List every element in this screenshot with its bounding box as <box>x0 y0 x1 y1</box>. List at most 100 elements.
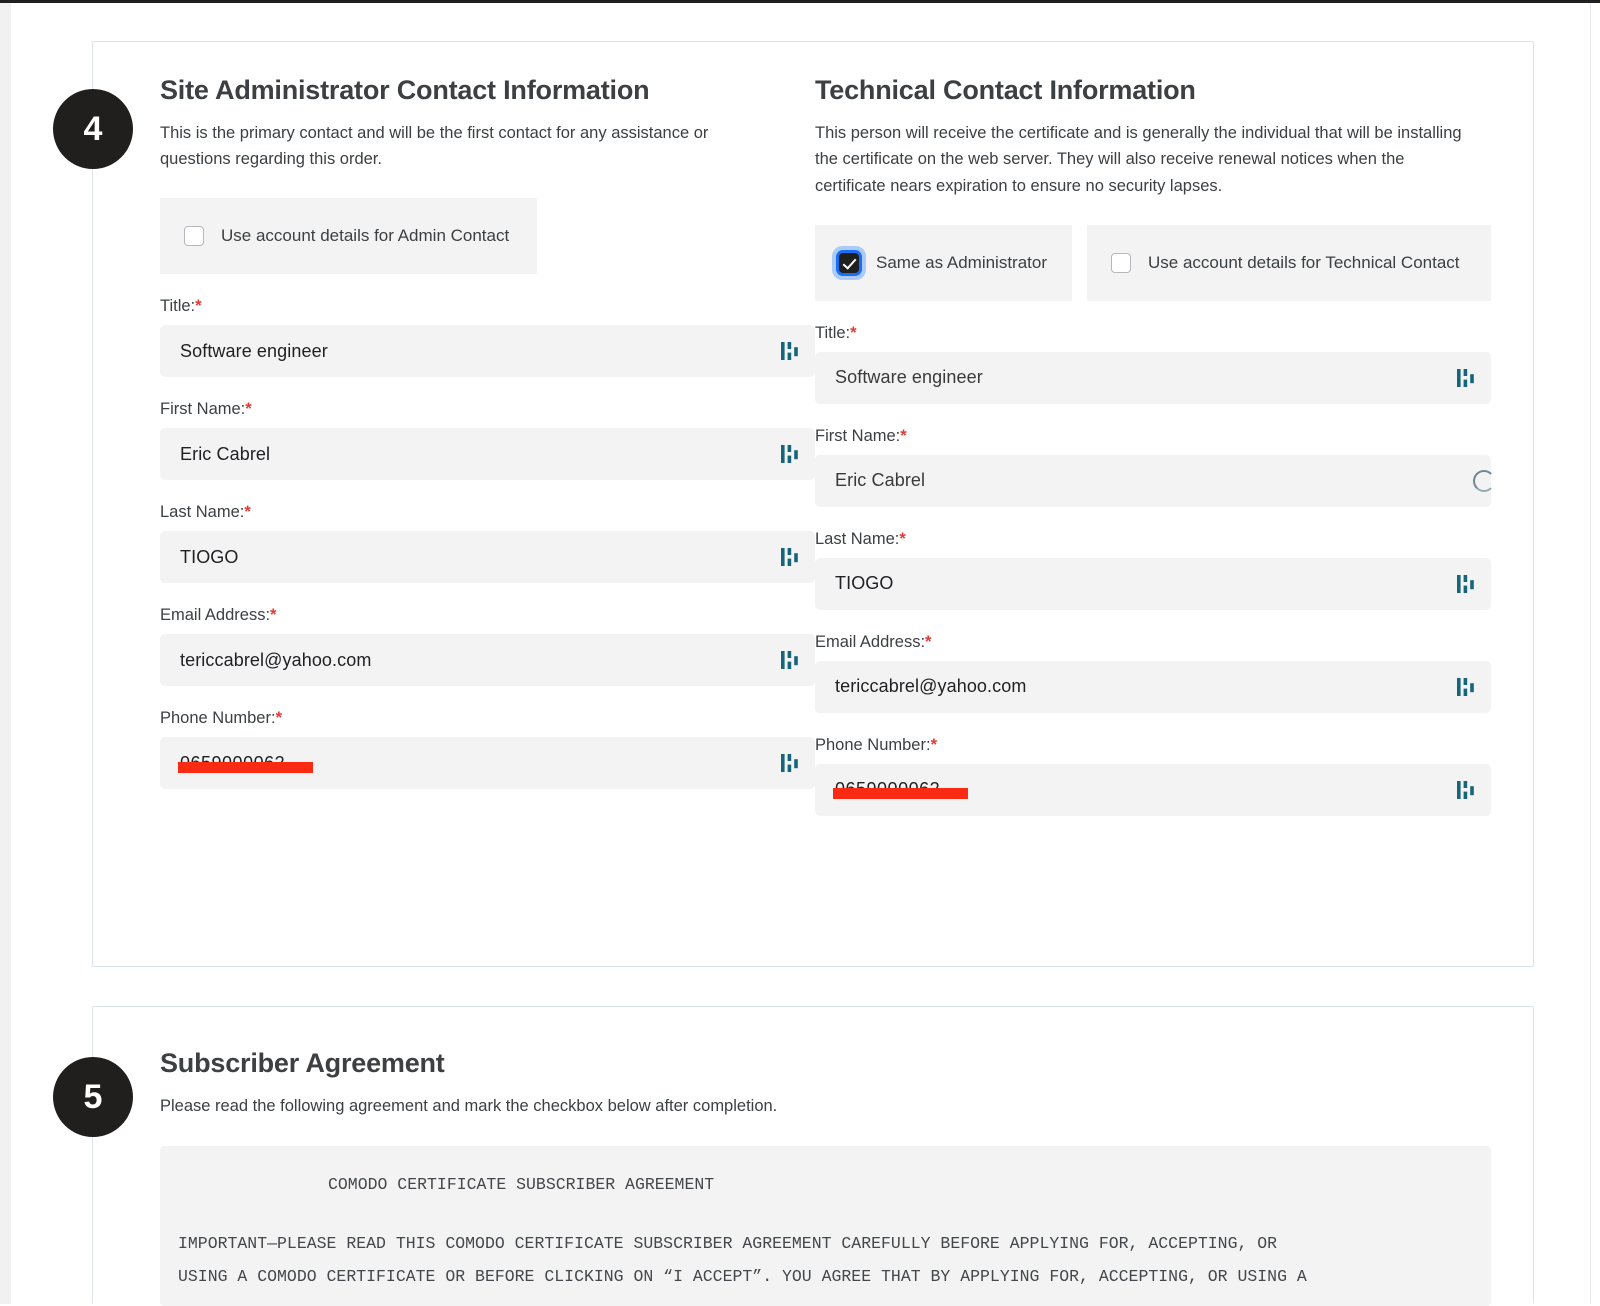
technical-last-name-field: Last Name:* TIOGO <box>815 530 1491 610</box>
admin-email-required-marker: * <box>270 606 277 625</box>
technical-checkbox-row: Same as Administrator Use account detail… <box>815 224 1491 301</box>
technical-first-name-required-marker: * <box>900 426 907 445</box>
subscriber-agreement-description: Please read the following agreement and … <box>160 1096 778 1115</box>
technical-same-as-admin-checkbox-row[interactable]: Same as Administrator <box>815 224 1072 301</box>
technical-email-input[interactable]: tericcabrel@yahoo.com <box>815 660 1491 713</box>
technical-first-name-input[interactable]: Eric Cabrel <box>815 454 1495 507</box>
technical-phone-label: Phone Number:* <box>815 736 1491 755</box>
admin-last-name-value: TIOGO <box>180 546 239 567</box>
admin-title-input[interactable]: Software engineer <box>160 325 815 378</box>
technical-title-field: Title:* Software engineer <box>815 324 1491 404</box>
admin-phone-required-marker: * <box>275 709 282 728</box>
site-administrator-heading: Site Administrator Contact Information <box>160 75 650 105</box>
agreement-card-inner: Subscriber Agreement Please read the fol… <box>160 1007 1491 1306</box>
technical-first-name-label: First Name:* <box>815 427 1491 446</box>
technical-email-value: tericcabrel@yahoo.com <box>835 676 1027 697</box>
subscriber-agreement-heading: Subscriber Agreement <box>160 1048 445 1078</box>
contact-card-inner: Site Administrator Contact Information T… <box>160 42 1495 816</box>
admin-email-label-text: Email Address: <box>160 606 271 625</box>
admin-last-name-input[interactable]: TIOGO <box>160 531 815 584</box>
site-administrator-description: This is the primary contact and will be … <box>160 123 709 169</box>
admin-email-input[interactable]: tericcabrel@yahoo.com <box>160 634 815 687</box>
admin-phone-value-redacted: 0659000062 <box>177 752 314 773</box>
password-manager-icon[interactable] <box>779 339 801 363</box>
admin-phone-field: Phone Number:* 0659000062 <box>160 709 815 790</box>
technical-title-label: Title:* <box>815 324 1491 343</box>
technical-phone-required-marker: * <box>930 735 937 754</box>
technical-email-required-marker: * <box>925 632 932 651</box>
technical-contact-column: Technical Contact Information This perso… <box>815 75 1495 816</box>
technical-last-name-label-text: Last Name: <box>815 529 900 548</box>
loading-spinner-icon <box>1473 469 1495 492</box>
agreement-document-title-text: COMODO CERTIFICATE SUBSCRIBER AGREEMENT <box>328 1175 715 1195</box>
admin-title-label: Title:* <box>160 297 815 316</box>
admin-first-name-label: First Name:* <box>160 400 815 419</box>
technical-phone-value-redacted: 0659000062 <box>832 779 969 800</box>
technical-title-label-text: Title: <box>815 323 851 342</box>
agreement-text-box[interactable]: COMODO CERTIFICATE SUBSCRIBER AGREEMENT … <box>160 1146 1491 1306</box>
admin-last-name-required-marker: * <box>244 503 251 522</box>
admin-phone-input[interactable]: 0659000062 <box>160 737 815 790</box>
technical-contact-heading: Technical Contact Information <box>815 75 1196 105</box>
step-number-badge-4: 4 <box>53 89 133 169</box>
contact-information-card: 4 Site Administrator Contact Information… <box>53 41 1534 967</box>
admin-use-account-checkbox-row[interactable]: Use account details for Admin Contact <box>160 198 537 275</box>
step-number-4: 4 <box>83 109 103 148</box>
admin-last-name-field: Last Name:* TIOGO <box>160 503 815 584</box>
admin-email-field: Email Address:* tericcabrel@yahoo.com <box>160 606 815 687</box>
subscriber-agreement-card: 5 Subscriber Agreement Please read the f… <box>53 1006 1534 1306</box>
password-manager-icon[interactable] <box>779 442 801 466</box>
technical-last-name-value: TIOGO <box>835 573 894 594</box>
technical-title-value: Software engineer <box>835 367 983 388</box>
technical-email-label-text: Email Address: <box>815 632 926 651</box>
technical-same-as-admin-checkbox[interactable] <box>839 252 859 273</box>
admin-first-name-required-marker: * <box>245 400 252 419</box>
admin-title-label-text: Title: <box>160 297 196 316</box>
admin-title-required-marker: * <box>195 297 202 316</box>
agreement-paragraph-line-1: IMPORTANT—PLEASE READ THIS COMODO CERTIF… <box>178 1234 1278 1254</box>
technical-phone-input[interactable]: 0659000062 <box>815 763 1491 816</box>
admin-first-name-value: Eric Cabrel <box>180 443 271 464</box>
technical-first-name-field: First Name:* Eric Cabrel <box>815 427 1495 507</box>
agreement-paragraph-line-2: USING A COMODO CERTIFICATE OR BEFORE CLI… <box>178 1267 1307 1287</box>
password-manager-icon[interactable] <box>1455 778 1477 802</box>
technical-use-account-checkbox-row[interactable]: Use account details for Technical Contac… <box>1087 224 1491 301</box>
technical-phone-label-text: Phone Number: <box>815 735 931 754</box>
agreement-body: Subscriber Agreement Please read the fol… <box>160 1007 1491 1306</box>
password-manager-icon[interactable] <box>779 648 801 672</box>
technical-first-name-label-text: First Name: <box>815 426 901 445</box>
step-number-badge-5: 5 <box>53 1057 133 1137</box>
admin-phone-label: Phone Number:* <box>160 709 815 728</box>
technical-last-name-label: Last Name:* <box>815 530 1491 549</box>
admin-last-name-label-text: Last Name: <box>160 503 245 522</box>
admin-email-label: Email Address:* <box>160 606 815 625</box>
admin-first-name-input[interactable]: Eric Cabrel <box>160 428 815 481</box>
password-manager-icon[interactable] <box>1455 366 1477 390</box>
admin-first-name-field: First Name:* Eric Cabrel <box>160 400 815 481</box>
contact-columns: Site Administrator Contact Information T… <box>160 42 1495 816</box>
technical-same-as-admin-label: Same as Administrator <box>876 252 1048 272</box>
technical-last-name-input[interactable]: TIOGO <box>815 557 1491 610</box>
technical-phone-field: Phone Number:* 0659000062 <box>815 736 1491 816</box>
password-manager-icon[interactable] <box>1455 572 1477 596</box>
technical-title-required-marker: * <box>850 323 857 342</box>
admin-title-field: Title:* Software engineer <box>160 297 815 378</box>
password-manager-icon[interactable] <box>779 545 801 569</box>
technical-last-name-required-marker: * <box>899 529 906 548</box>
admin-email-value: tericcabrel@yahoo.com <box>180 649 372 670</box>
admin-use-account-label: Use account details for Admin Contact <box>221 226 510 246</box>
step-number-5: 5 <box>83 1077 103 1116</box>
technical-contact-description: This person will receive the certificate… <box>815 123 1462 196</box>
browser-top-edge <box>0 0 1600 3</box>
password-manager-icon[interactable] <box>779 751 801 775</box>
technical-use-account-checkbox[interactable] <box>1111 252 1131 273</box>
admin-first-name-label-text: First Name: <box>160 400 246 419</box>
admin-use-account-checkbox[interactable] <box>184 226 204 247</box>
technical-use-account-label: Use account details for Technical Contac… <box>1148 252 1460 272</box>
technical-email-label: Email Address:* <box>815 633 1491 652</box>
password-manager-icon[interactable] <box>1455 675 1477 699</box>
page-scrollbar[interactable] <box>1590 3 1591 1304</box>
left-gutter <box>0 3 11 1304</box>
technical-first-name-value: Eric Cabrel <box>835 470 926 491</box>
technical-title-input[interactable]: Software engineer <box>815 351 1491 404</box>
